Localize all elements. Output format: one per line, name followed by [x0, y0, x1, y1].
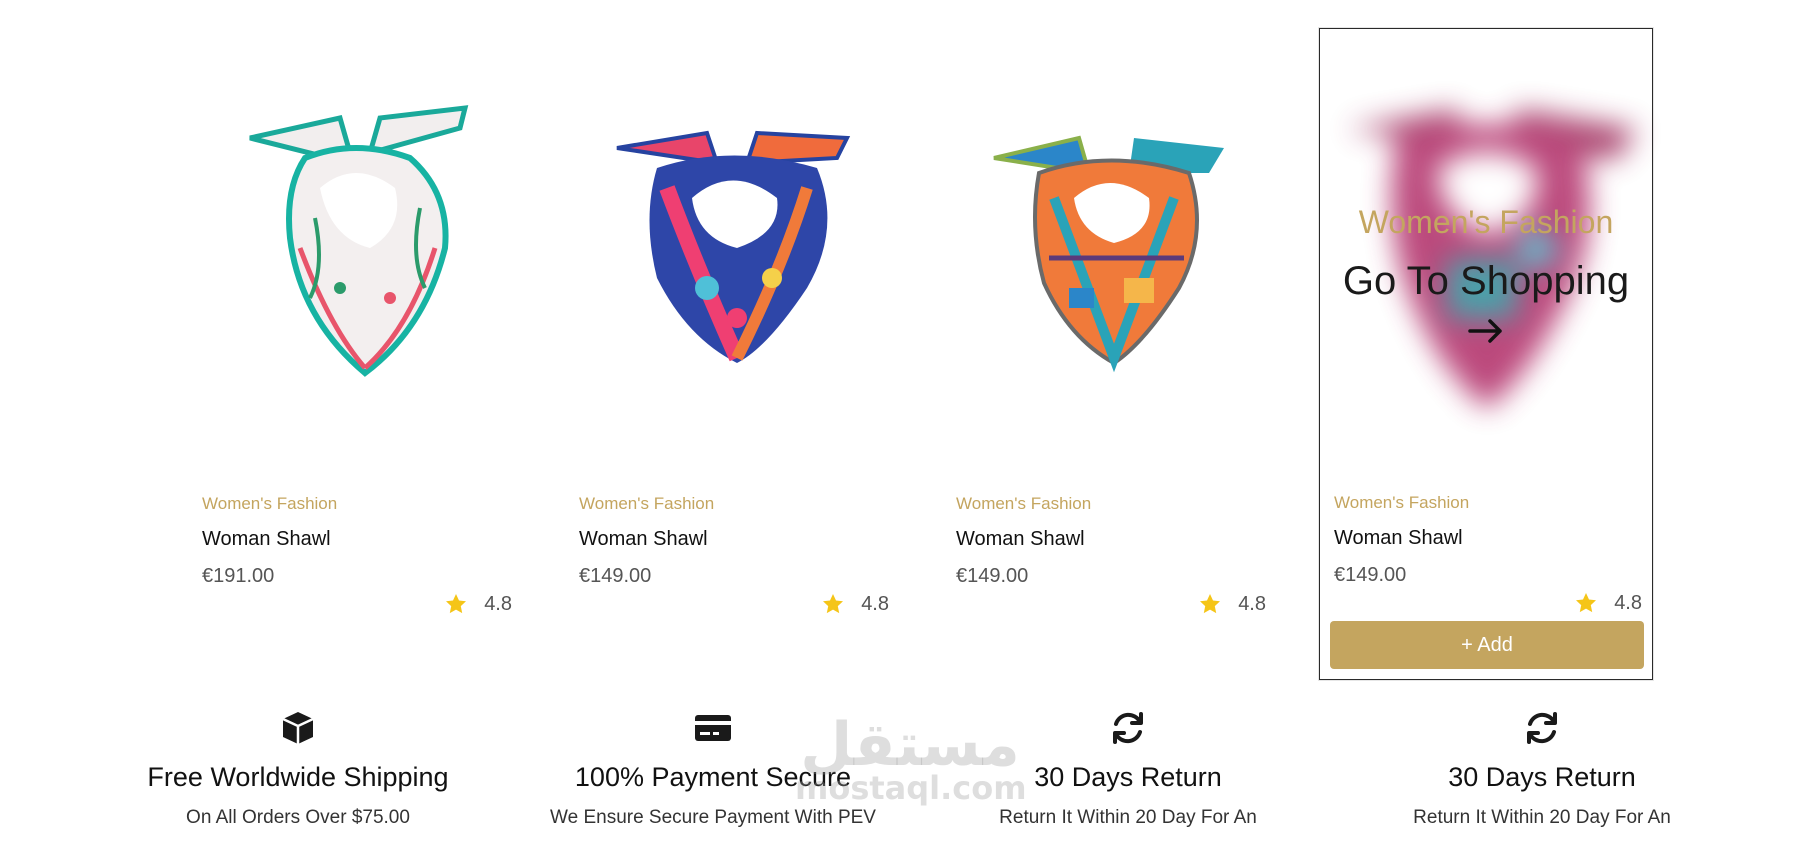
product-title[interactable]: Woman Shawl	[956, 528, 1266, 551]
credit-card-icon	[695, 715, 731, 741]
feature-title: Free Worldwide Shipping	[147, 762, 449, 792]
star-icon	[446, 594, 467, 614]
product-image[interactable]	[565, 28, 899, 468]
feature-subtitle: On All Orders Over $75.00	[186, 807, 410, 828]
rating-value: 4.8	[1614, 591, 1642, 614]
product-category: Women's Fashion	[202, 494, 338, 513]
arrow-right-icon[interactable]	[1466, 316, 1506, 346]
rating-value: 4.8	[1238, 592, 1266, 615]
product-rating: 4.8	[1198, 592, 1266, 616]
feature-return: 30 Days Return Return It Within 20 Day F…	[918, 708, 1338, 829]
product-price: €149.00	[1334, 564, 1407, 586]
hover-overlay[interactable]: Women's Fashion Go To Shopping	[1320, 204, 1652, 346]
product-rating: 4.8	[444, 592, 512, 616]
product-price: €149.00	[956, 565, 1029, 587]
product-title[interactable]: Woman Shawl	[1334, 527, 1642, 550]
star-icon	[823, 594, 844, 614]
shawl-white-floral-image	[249, 105, 469, 377]
product-card-hovered[interactable]: Women's Fashion Go To Shopping Women's F…	[1319, 28, 1653, 680]
product-image[interactable]	[942, 28, 1276, 468]
product-price: €149.00	[579, 565, 652, 587]
product-price: €191.00	[202, 565, 275, 587]
feature-subtitle: Return It Within 20 Day For An	[1413, 807, 1671, 828]
shawl-orange-geometric-image	[993, 135, 1224, 373]
feature-return-2: 30 Days Return Return It Within 20 Day F…	[1332, 708, 1752, 829]
product-card[interactable]: Women's Fashion Woman Shawl €191.00 4.8	[188, 28, 522, 680]
product-rating: 4.8	[1574, 591, 1642, 615]
star-icon	[1200, 594, 1221, 614]
rating-value: 4.8	[484, 592, 512, 615]
feature-payment: 100% Payment Secure We Ensure Secure Pay…	[503, 708, 923, 829]
add-to-cart-button[interactable]: + Add	[1330, 621, 1644, 669]
product-category: Women's Fashion	[579, 494, 715, 513]
feature-shipping: Free Worldwide Shipping On All Orders Ov…	[88, 708, 508, 829]
product-category: Women's Fashion	[956, 494, 1092, 513]
product-rating: 4.8	[821, 592, 889, 616]
star-icon	[1576, 593, 1597, 613]
feature-subtitle: Return It Within 20 Day For An	[999, 807, 1257, 828]
feature-title: 30 Days Return	[1448, 762, 1636, 792]
refresh-icon	[1113, 712, 1143, 744]
product-image[interactable]	[188, 28, 522, 468]
product-title[interactable]: Woman Shawl	[202, 528, 512, 551]
feature-subtitle: We Ensure Secure Payment With PEV	[550, 807, 876, 828]
box-icon	[282, 712, 314, 744]
rating-value: 4.8	[861, 592, 889, 615]
feature-title: 30 Days Return	[1034, 762, 1222, 792]
go-to-shopping-link[interactable]: Go To Shopping	[1320, 259, 1652, 304]
shawl-pink-blue-image	[616, 130, 851, 363]
feature-title: 100% Payment Secure	[574, 762, 852, 792]
product-category: Women's Fashion	[1334, 493, 1470, 512]
product-card[interactable]: Women's Fashion Woman Shawl €149.00 4.8	[942, 28, 1276, 680]
product-title[interactable]: Woman Shawl	[579, 528, 889, 551]
refresh-icon	[1527, 712, 1557, 744]
overlay-category: Women's Fashion	[1358, 204, 1614, 240]
product-card[interactable]: Women's Fashion Woman Shawl €149.00 4.8	[565, 28, 899, 680]
